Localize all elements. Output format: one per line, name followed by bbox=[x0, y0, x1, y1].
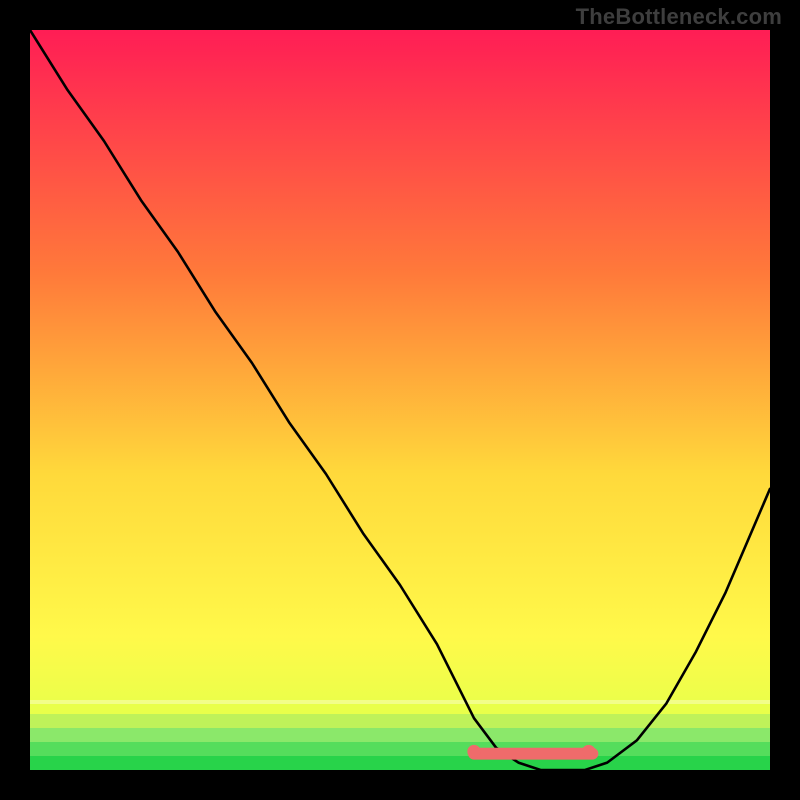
watermark-text: TheBottleneck.com bbox=[576, 4, 782, 30]
marker-start-icon bbox=[467, 745, 480, 758]
bottleneck-curve-layer bbox=[30, 30, 770, 770]
bottleneck-curve bbox=[30, 30, 770, 770]
plot-area bbox=[30, 30, 770, 770]
marker-end-icon bbox=[582, 745, 595, 758]
chart-frame: TheBottleneck.com bbox=[0, 0, 800, 800]
